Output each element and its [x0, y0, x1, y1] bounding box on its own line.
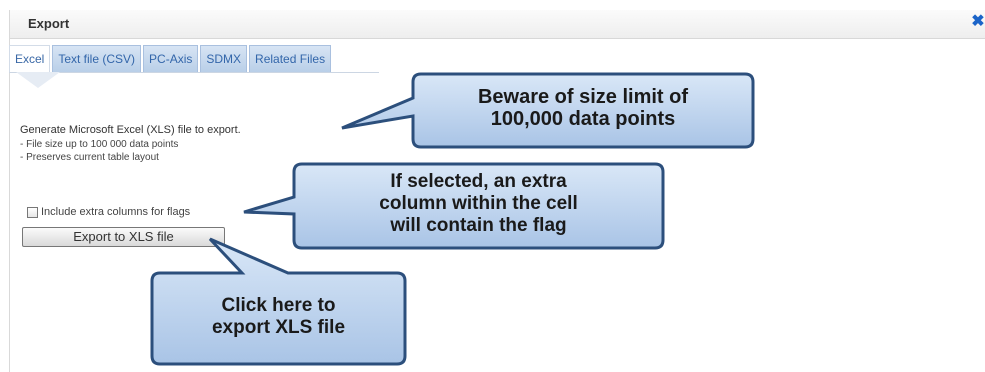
- close-icon[interactable]: ✖: [971, 14, 985, 30]
- dialog-titlebar: Export: [10, 10, 985, 39]
- export-callout-text: Click here to export XLS file: [152, 295, 405, 339]
- tab-sdmx[interactable]: SDMX: [200, 45, 248, 72]
- callout-line: Beware of size limit of: [477, 86, 689, 108]
- flags-checkbox[interactable]: [27, 206, 38, 218]
- description-line: - File size up to 100 000 data points: [20, 139, 179, 150]
- callout-line: Click here to: [221, 295, 336, 316]
- flags-option: Include extra columns for flags: [27, 206, 190, 218]
- callout-line: column within the cell: [379, 193, 578, 214]
- active-tab-pointer: [16, 72, 60, 88]
- export-format-tabs: Excel Text file (CSV) PC-Axis SDMX Relat…: [9, 45, 333, 72]
- callout-line: 100,000 data points: [490, 108, 676, 130]
- description-heading: Generate Microsoft Excel (XLS) file to e…: [20, 124, 241, 136]
- description-line: - Preserves current table layout: [20, 152, 159, 163]
- dialog-title: Export: [28, 16, 70, 31]
- export-xls-button[interactable]: Export to XLS file: [22, 227, 225, 247]
- callout-line: export XLS file: [211, 317, 346, 338]
- tab-divider: [9, 72, 379, 73]
- tab-excel[interactable]: Excel: [9, 45, 51, 72]
- flags-checkbox-label[interactable]: Include extra columns for flags: [41, 206, 190, 218]
- callout-line: If selected, an extra: [390, 171, 567, 192]
- flags-callout-text: If selected, an extra column within the …: [294, 171, 663, 237]
- size-limit-callout-text: Beware of size limit of 100,000 data poi…: [413, 86, 753, 130]
- tab-related-files[interactable]: Related Files: [249, 45, 332, 72]
- callout-line: will contain the flag: [390, 215, 567, 236]
- tab-pc-axis[interactable]: PC-Axis: [143, 45, 199, 72]
- tab-text-file-csv[interactable]: Text file (CSV): [52, 45, 142, 72]
